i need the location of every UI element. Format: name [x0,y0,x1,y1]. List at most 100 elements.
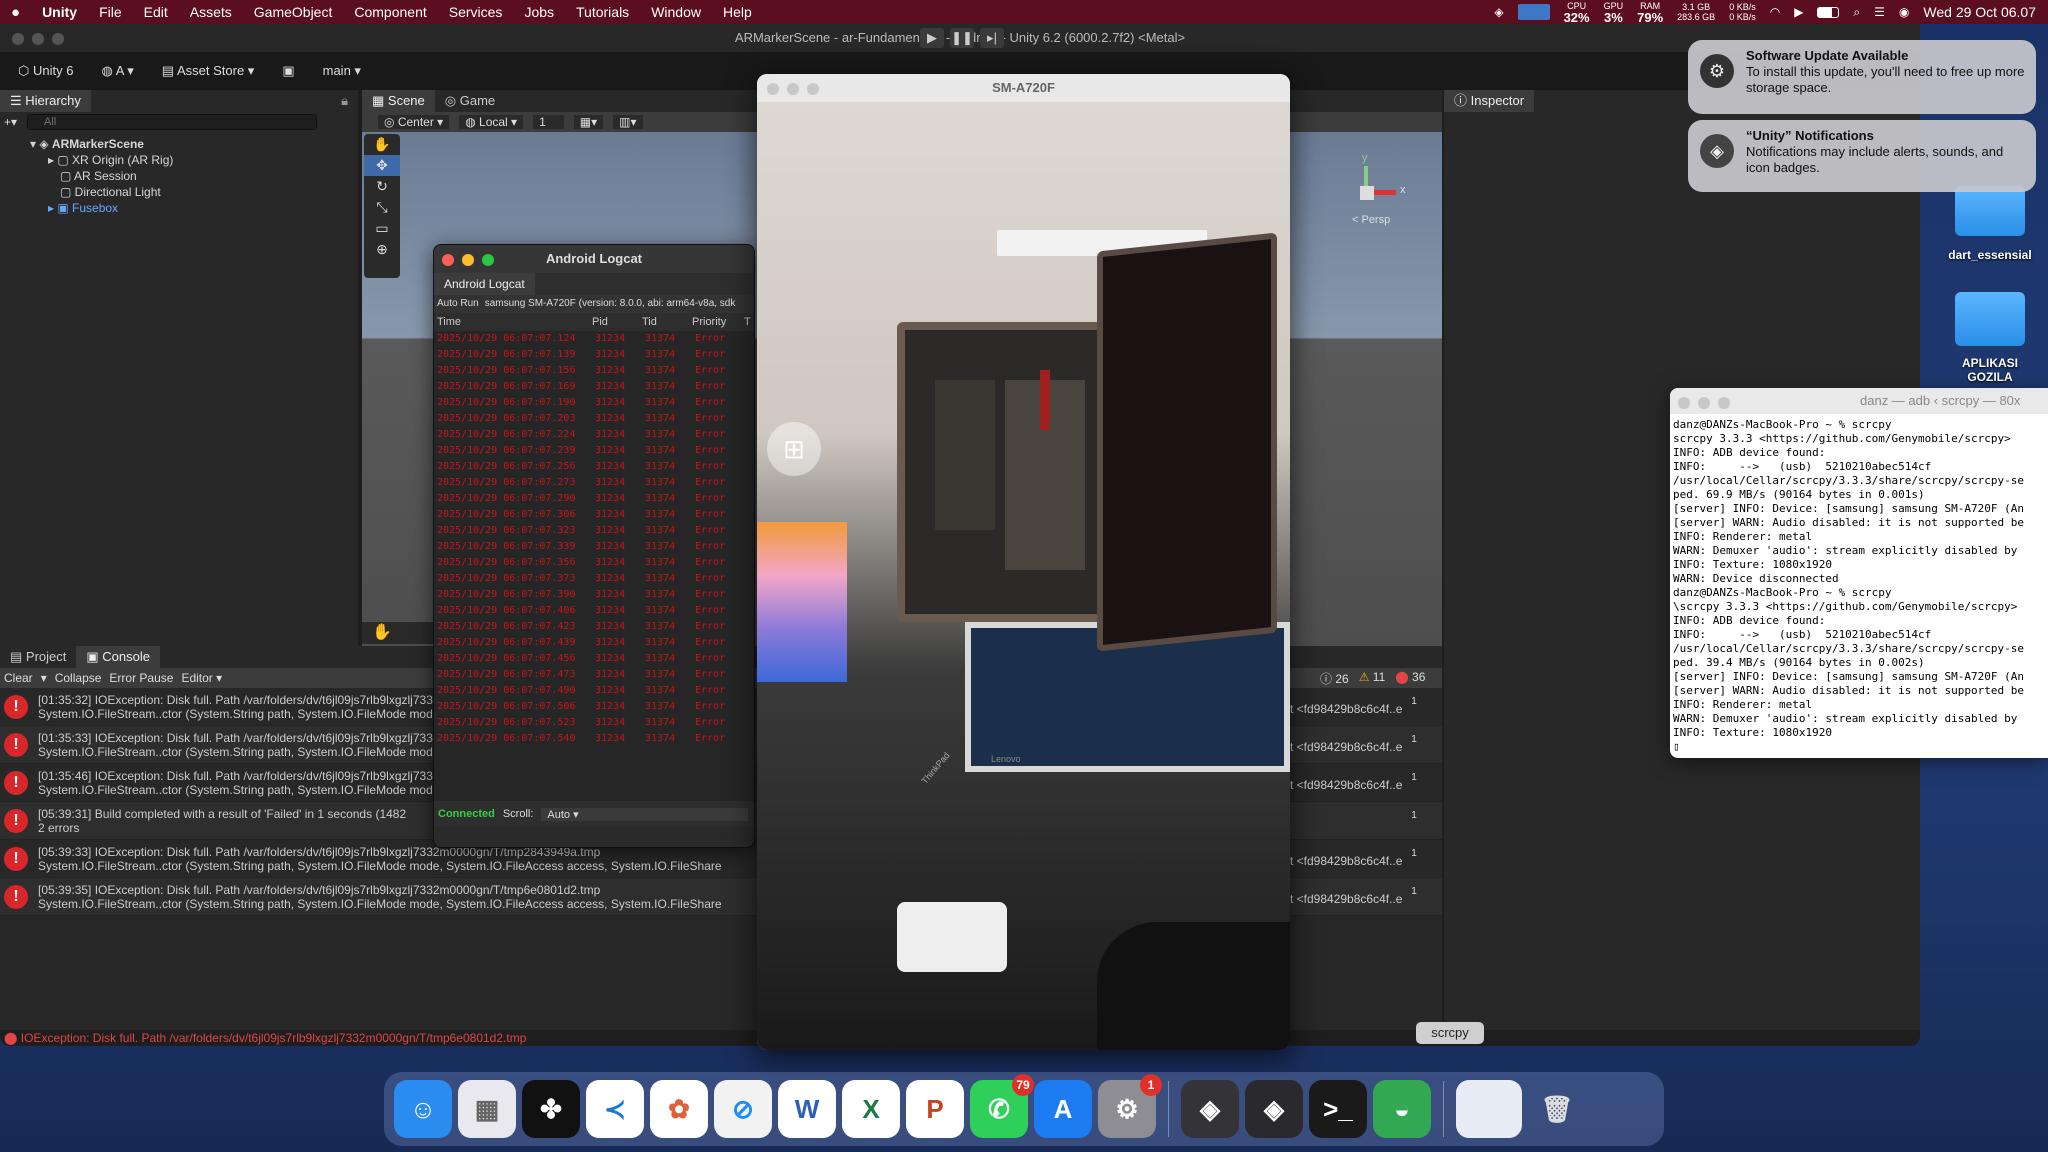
logcat-row[interactable]: 2025/10/29 06:07:07.540 31234 31374 Error [434,731,754,747]
unity-hub-icon[interactable]: ◈ [1181,1080,1239,1138]
grid-overlay-icon[interactable]: ⊞ [767,422,821,476]
menu-services[interactable]: Services [438,4,514,20]
hand-tool-icon[interactable]: ✋ [364,134,400,155]
logcat-row[interactable]: 2025/10/29 06:07:07.156 31234 31374 Error [434,363,754,379]
version-control-icon[interactable]: ▣ [274,60,302,82]
logcat-row[interactable]: 2025/10/29 06:07:07.256 31234 31374 Error [434,459,754,475]
unity-icon[interactable]: ◈ [1245,1080,1303,1138]
logcat-row[interactable]: 2025/10/29 06:07:07.406 31234 31374 Error [434,603,754,619]
asset-store-dropdown[interactable]: ▤ Asset Store ▾ [154,60,263,82]
close-button[interactable] [442,254,454,266]
editor-target-dropdown[interactable]: Editor ▾ [181,671,222,685]
error-count-toggle[interactable]: ⬤ 36 [1395,670,1425,687]
logcat-row[interactable]: 2025/10/29 06:07:07.239 31234 31374 Error [434,443,754,459]
scene-gizmo[interactable]: y x < Persp [1332,152,1412,232]
auto-run-toggle[interactable]: Auto Run [437,295,479,313]
zoom-button[interactable] [482,254,494,266]
logcat-row[interactable]: 2025/10/29 06:07:07.373 31234 31374 Error [434,571,754,587]
unity-account-button[interactable]: ⬡ Unity 6 [10,60,81,82]
excel-icon[interactable]: X [842,1080,900,1138]
branch-dropdown[interactable]: main ▾ [315,60,369,82]
safari-icon[interactable]: ⊘ [714,1080,772,1138]
hand-tool-icon[interactable]: ✋ [362,624,392,641]
figma-icon[interactable]: ✤ [522,1080,580,1138]
play-button[interactable]: ▶ [920,28,944,48]
powerpoint-icon[interactable]: P [906,1080,964,1138]
info-count-toggle[interactable]: ⓘ 26 [1320,670,1349,687]
zoom-button[interactable] [52,33,64,45]
space-dropdown[interactable]: ◍ Local ▾ [459,115,524,129]
logcat-row[interactable]: 2025/10/29 06:07:07.523 31234 31374 Error [434,715,754,731]
logcat-row[interactable]: 2025/10/29 06:07:07.306 31234 31374 Error [434,507,754,523]
cpu-stat[interactable]: CPU 32% [1564,1,1590,24]
recent-document-icon[interactable] [1456,1080,1522,1138]
collapse-button[interactable]: Collapse [55,671,102,685]
logcat-row[interactable]: 2025/10/29 06:07:07.439 31234 31374 Error [434,635,754,651]
col-priority[interactable]: Priority [692,313,744,331]
tab-game[interactable]: ◎ Game [435,90,505,112]
menu-edit[interactable]: Edit [133,4,179,20]
grid-icon[interactable]: ▦▾ [573,115,604,129]
menu-tutorials[interactable]: Tutorials [565,4,640,20]
zoom-button[interactable] [1718,397,1730,409]
tab-hierarchy[interactable]: ☰ Hierarchy [0,90,91,112]
logcat-row[interactable]: 2025/10/29 06:07:07.124 31234 31374 Error [434,331,754,347]
menu-window[interactable]: Window [640,4,712,20]
menu-file[interactable]: File [88,4,133,20]
settings-icon[interactable]: ⚙ 1 [1098,1074,1162,1138]
logcat-row[interactable]: 2025/10/29 06:07:07.203 31234 31374 Error [434,411,754,427]
clock[interactable]: Wed 29 Oct 06.07 [1923,4,2036,20]
clear-button[interactable]: Clear [4,671,33,685]
logcat-row[interactable]: 2025/10/29 06:07:07.323 31234 31374 Error [434,523,754,539]
error-pause-button[interactable]: Error Pause [109,671,173,685]
zoom-button[interactable] [807,83,819,95]
col-time[interactable]: Time [434,313,592,331]
ram-stat[interactable]: RAM 79% [1637,1,1663,24]
close-button[interactable] [1678,397,1690,409]
scene-root-item[interactable]: ▾ ◈ ARMarkerScene [30,136,358,152]
pause-button[interactable]: ❚❚ [950,28,974,48]
disk-stat[interactable]: 3.1 GB 283.6 GB [1677,2,1715,22]
finder-icon[interactable]: ☺ [394,1080,452,1138]
logcat-row[interactable]: 2025/10/29 06:07:07.490 31234 31374 Error [434,683,754,699]
tab-project[interactable]: ▤ Project [0,646,76,668]
menu-gameobject[interactable]: GameObject [243,4,344,20]
minimize-button[interactable] [1698,397,1710,409]
battery-icon[interactable] [1817,6,1840,18]
desktop-folder-aplikasi[interactable]: APLIKASI GOZILA [1940,292,2040,384]
appstore-icon[interactable]: A [1034,1080,1092,1138]
logcat-row[interactable]: 2025/10/29 06:07:07.224 31234 31374 Error [434,427,754,443]
minimize-button[interactable] [32,33,44,45]
android-studio-icon[interactable]: ◒ [1373,1080,1431,1138]
logcat-row[interactable]: 2025/10/29 06:07:07.423 31234 31374 Error [434,619,754,635]
snap-icon[interactable]: ▥▾ [613,115,643,129]
user-account-dropdown[interactable]: ◍ A ▾ [93,60,141,82]
grid-size-field[interactable]: 1 [533,115,564,129]
col-tag[interactable]: T [744,313,751,331]
menu-component[interactable]: Component [343,4,437,20]
tab-scene[interactable]: ▦ Scene [362,90,435,112]
transform-tool-icon[interactable]: ⊕ [364,239,400,260]
step-button[interactable]: ▸| [980,28,1004,48]
rect-tool-icon[interactable]: ▭ [364,218,400,239]
search-icon[interactable]: ⌕ [1853,5,1860,20]
menu-jobs[interactable]: Jobs [513,4,565,20]
apple-menu-icon[interactable]: ● [0,4,31,21]
hierarchy-item-xr-origin[interactable]: ▸ ▢ XR Origin (AR Rig) [30,152,358,168]
warning-count-toggle[interactable]: ⚠ 11 [1359,670,1386,687]
minimize-button[interactable] [787,83,799,95]
unity-status-icon[interactable]: ◈ [1494,5,1503,19]
pivot-dropdown[interactable]: ◎ Center ▾ [378,115,450,129]
col-tid[interactable]: Tid [642,313,692,331]
tab-console[interactable]: ▣ Console [76,646,160,668]
launchpad-icon[interactable]: ▦ [458,1080,516,1138]
photos-icon[interactable]: ✿ [650,1080,708,1138]
clear-options-icon[interactable]: ▾ [41,671,47,685]
trash-icon[interactable]: 🗑︎ [1528,1080,1586,1138]
tab-inspector[interactable]: ⓘ Inspector [1444,90,1535,112]
tab-android-logcat[interactable]: Android Logcat [434,273,535,295]
phone-camera-feed[interactable]: Lenovo ⊞ ThinkPad [757,102,1290,1050]
menu-help[interactable]: Help [712,4,763,20]
terminal-output[interactable]: danz@DANZs-MacBook-Pro ~ % scrcpy scrcpy … [1670,414,2048,758]
terminal-icon[interactable]: >_ [1309,1080,1367,1138]
